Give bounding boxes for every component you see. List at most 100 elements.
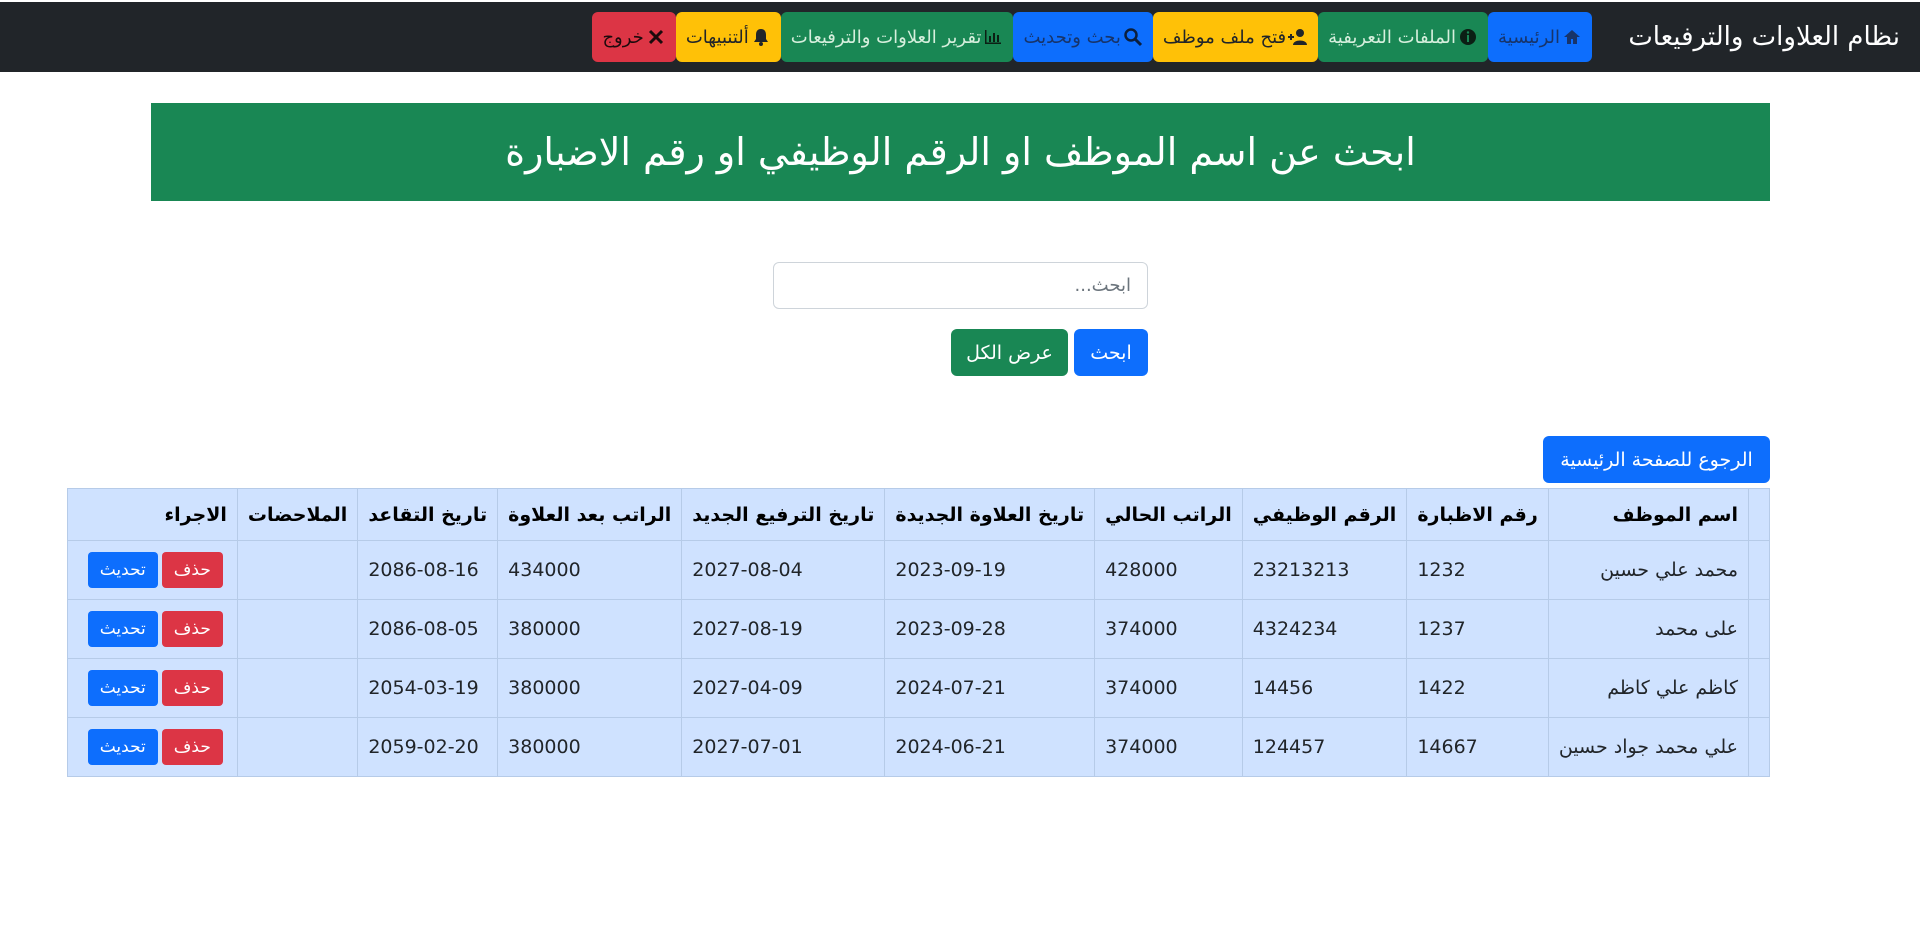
cell-salary: 428000 bbox=[1094, 540, 1243, 600]
cell-retire-date: 2059-02-20 bbox=[357, 717, 499, 777]
bell-icon bbox=[751, 27, 771, 47]
row-cell bbox=[1748, 658, 1770, 718]
cell-job-no: 14456 bbox=[1241, 658, 1408, 718]
app-title: نظام العلاوات والترفيعات bbox=[1628, 22, 1900, 52]
home-icon bbox=[1562, 27, 1582, 47]
column-header bbox=[1748, 488, 1770, 541]
cell-actions: حذفتحديث bbox=[66, 540, 238, 600]
cell-notes bbox=[236, 599, 359, 659]
nav-search-update-label: بحث وتحديث bbox=[1023, 26, 1121, 48]
cell-job-no: 124457 bbox=[1241, 717, 1408, 777]
cell-new-salary: 380000 bbox=[497, 658, 683, 718]
cell-new-salary: 380000 bbox=[497, 717, 683, 777]
row-cell bbox=[1748, 717, 1770, 777]
cell-raise-date: 2024-07-21 bbox=[884, 658, 1096, 718]
cell-retire-date: 2054-03-19 bbox=[357, 658, 499, 718]
cell-file-no: 1422 bbox=[1406, 658, 1549, 718]
column-header-actions: الاجراء bbox=[66, 488, 238, 541]
update-button[interactable]: تحديث bbox=[87, 552, 158, 588]
nav-alerts-button[interactable]: ألتنبيهات bbox=[675, 12, 781, 62]
back-to-home-button[interactable]: الرجوع للصفحة الرئيسية bbox=[1543, 436, 1770, 483]
column-header-raise-date[interactable]: تاريخ العلاوة الجديدة bbox=[884, 488, 1096, 541]
row-cell bbox=[1748, 540, 1770, 600]
nav-home-label: الرئيسية bbox=[1498, 26, 1560, 48]
update-button[interactable]: تحديث bbox=[87, 670, 158, 706]
nav-report-label: تقرير العلاوات والترفيعات bbox=[790, 26, 982, 48]
cell-job-no: 23213213 bbox=[1241, 540, 1408, 600]
cell-notes bbox=[236, 658, 359, 718]
search-button[interactable]: ابحث bbox=[1074, 329, 1148, 376]
column-header-name[interactable]: اسم الموظف bbox=[1547, 488, 1750, 541]
cell-raise-date: 2023-09-28 bbox=[884, 599, 1096, 659]
cell-salary: 374000 bbox=[1094, 658, 1243, 718]
cell-promo-date: 2027-08-04 bbox=[681, 540, 886, 600]
nav-logout-label: خروج bbox=[602, 26, 644, 48]
table-header-row: اسم الموظف رقم الاظبارة الرقم الوظيفي ال… bbox=[66, 488, 1770, 541]
cell-name: على محمد bbox=[1547, 599, 1750, 659]
employees-table: اسم الموظف رقم الاظبارة الرقم الوظيفي ال… bbox=[66, 488, 1770, 777]
row-cell bbox=[1748, 599, 1770, 659]
delete-button[interactable]: حذف bbox=[161, 552, 223, 588]
nav-logout-button[interactable]: خروج bbox=[592, 12, 676, 62]
search-icon bbox=[1123, 27, 1143, 47]
cell-new-salary: 380000 bbox=[497, 599, 683, 659]
nav-open-file-label: فتح ملف موظف bbox=[1162, 26, 1287, 48]
cell-notes bbox=[236, 717, 359, 777]
cell-name: محمد علي حسين bbox=[1547, 540, 1750, 600]
page-banner: ابحث عن اسم الموظف او الرقم الوظيفي او ر… bbox=[151, 103, 1770, 201]
cell-actions: حذفتحديث bbox=[66, 599, 238, 659]
cell-name: كاظم علي كاظم bbox=[1547, 658, 1750, 718]
cell-raise-date: 2023-09-19 bbox=[884, 540, 1096, 600]
update-button[interactable]: تحديث bbox=[87, 611, 158, 647]
column-header-job-no[interactable]: الرقم الوظيفي bbox=[1241, 488, 1408, 541]
nav-profiles-button[interactable]: الملفات التعريفية bbox=[1318, 12, 1488, 62]
nav-home-button[interactable]: الرئيسية bbox=[1488, 12, 1592, 62]
nav-report-button[interactable]: تقرير العلاوات والترفيعات bbox=[780, 12, 1014, 62]
cell-retire-date: 2086-08-05 bbox=[357, 599, 499, 659]
update-button[interactable]: تحديث bbox=[87, 729, 158, 765]
table-row: علي محمد جواد حسين 14667 124457 374000 2… bbox=[66, 717, 1770, 777]
cell-promo-date: 2027-04-09 bbox=[681, 658, 886, 718]
cell-actions: حذفتحديث bbox=[66, 717, 238, 777]
cell-raise-date: 2024-06-21 bbox=[884, 717, 1096, 777]
nav-profiles-label: الملفات التعريفية bbox=[1328, 26, 1456, 48]
cell-name: علي محمد جواد حسين bbox=[1547, 717, 1750, 777]
chart-icon bbox=[983, 27, 1003, 47]
delete-button[interactable]: حذف bbox=[161, 729, 223, 765]
table-row: كاظم علي كاظم 1422 14456 374000 2024-07-… bbox=[66, 658, 1770, 718]
cell-job-no: 4324234 bbox=[1241, 599, 1408, 659]
column-header-promo-date[interactable]: تاريخ الترفيع الجديد bbox=[681, 488, 886, 541]
employees-table-wrapper: اسم الموظف رقم الاظبارة الرقم الوظيفي ال… bbox=[66, 488, 1770, 777]
cell-file-no: 1237 bbox=[1406, 599, 1549, 659]
nav-open-file-button[interactable]: فتح ملف موظف bbox=[1152, 12, 1319, 62]
cell-promo-date: 2027-07-01 bbox=[681, 717, 886, 777]
cell-promo-date: 2027-08-19 bbox=[681, 599, 886, 659]
column-header-new-salary[interactable]: الراتب بعد العلاوة bbox=[497, 488, 683, 541]
top-navbar: نظام العلاوات والترفيعات الرئيسية الملفا… bbox=[0, 2, 1920, 72]
delete-button[interactable]: حذف bbox=[161, 611, 223, 647]
search-input[interactable] bbox=[773, 262, 1148, 309]
cell-actions: حذفتحديث bbox=[66, 658, 238, 718]
table-row: على محمد 1237 4324234 374000 2023-09-28 … bbox=[66, 599, 1770, 659]
cell-file-no: 1232 bbox=[1406, 540, 1549, 600]
table-row: محمد علي حسين 1232 23213213 428000 2023-… bbox=[66, 540, 1770, 600]
cell-salary: 374000 bbox=[1094, 599, 1243, 659]
nav-alerts-label: ألتنبيهات bbox=[685, 26, 749, 48]
column-header-salary[interactable]: الراتب الحالي bbox=[1094, 488, 1243, 541]
cell-file-no: 14667 bbox=[1406, 717, 1549, 777]
cell-salary: 374000 bbox=[1094, 717, 1243, 777]
cell-new-salary: 434000 bbox=[497, 540, 683, 600]
cell-notes bbox=[236, 540, 359, 600]
nav-buttons: الرئيسية الملفات التعريفية فتح ملف موظف … bbox=[592, 12, 1592, 62]
cell-retire-date: 2086-08-16 bbox=[357, 540, 499, 600]
show-all-button[interactable]: عرض الكل bbox=[951, 329, 1068, 376]
info-icon bbox=[1458, 27, 1478, 47]
close-icon bbox=[646, 27, 666, 47]
user-plus-icon bbox=[1288, 27, 1308, 47]
column-header-notes[interactable]: الملاحضات bbox=[236, 488, 359, 541]
nav-search-update-button[interactable]: بحث وتحديث bbox=[1013, 12, 1153, 62]
column-header-retire-date[interactable]: تاريخ التقاعد bbox=[357, 488, 499, 541]
page-title: ابحث عن اسم الموظف او الرقم الوظيفي او ر… bbox=[505, 130, 1416, 174]
delete-button[interactable]: حذف bbox=[161, 670, 223, 706]
column-header-file-no[interactable]: رقم الاظبارة bbox=[1406, 488, 1549, 541]
